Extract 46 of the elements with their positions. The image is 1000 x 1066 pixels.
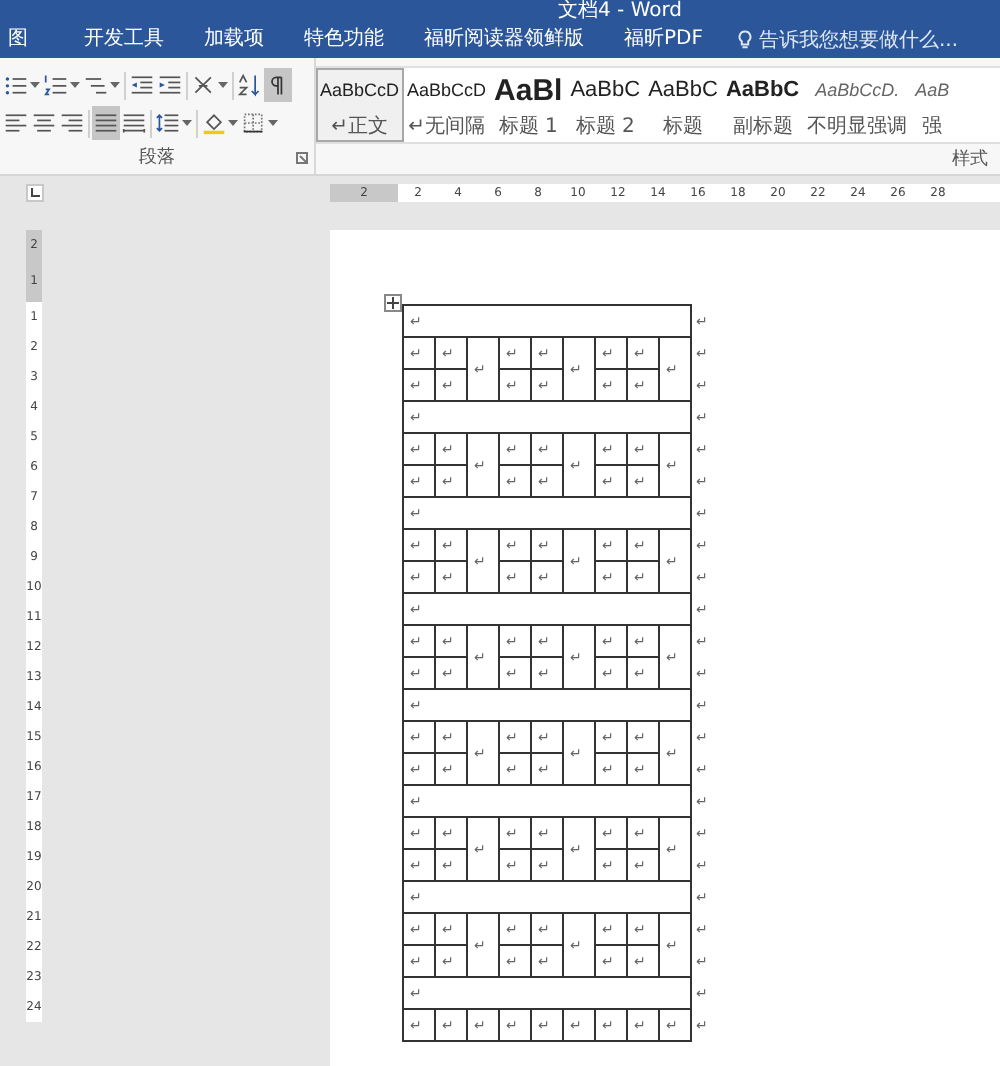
ribbon-tab[interactable]: 加载项 bbox=[184, 24, 284, 56]
text-crossed-letters-icon bbox=[192, 72, 216, 98]
tell-me-field[interactable]: 告诉我您想要做什么... bbox=[738, 29, 979, 51]
caret-icon bbox=[70, 82, 80, 88]
style-option[interactable]: AaBbC 副标题 bbox=[721, 68, 804, 142]
ribbon-tab[interactable]: 福昕PDF bbox=[604, 24, 723, 56]
style-option[interactable]: AaBbC 标题 bbox=[644, 68, 722, 142]
style-option[interactable]: AaB 强 bbox=[911, 68, 954, 142]
sort-button[interactable] bbox=[236, 68, 264, 102]
group-label: 段落 bbox=[139, 145, 175, 169]
caret-icon bbox=[218, 82, 228, 88]
justify-button[interactable] bbox=[92, 106, 120, 140]
ribbon-tab[interactable]: 福昕阅读器领鲜版 bbox=[404, 24, 604, 56]
tab-stop-selector[interactable] bbox=[26, 183, 44, 201]
borders-icon bbox=[242, 110, 266, 136]
caret-icon bbox=[110, 82, 120, 88]
increase-indent-icon bbox=[158, 72, 182, 98]
style-option[interactable]: AaBbCcD. 不明显强调 bbox=[803, 68, 912, 142]
ribbon-tab[interactable]: 开发工具 bbox=[64, 24, 184, 56]
align-right-icon bbox=[60, 110, 84, 136]
paragraph-mark-button[interactable] bbox=[264, 68, 292, 102]
style-option[interactable]: AaBbCcD ↵正文 bbox=[316, 68, 404, 142]
dialog-launcher-icon[interactable] bbox=[296, 152, 308, 164]
numbering-icon bbox=[44, 72, 68, 98]
justify-icon bbox=[94, 110, 118, 136]
align-left-icon bbox=[4, 110, 28, 136]
group-label: 样式 bbox=[952, 147, 988, 171]
distributed-icon bbox=[122, 110, 146, 136]
style-option[interactable]: AaBbCcD ↵无间隔 bbox=[403, 68, 491, 142]
bullets-icon bbox=[4, 72, 28, 98]
ribbon-tab[interactable]: 图 bbox=[0, 24, 64, 56]
align-center-icon bbox=[32, 110, 56, 136]
decrease-indent-icon bbox=[130, 72, 154, 98]
caret-icon bbox=[268, 120, 278, 126]
caret-icon bbox=[30, 82, 40, 88]
table-move-handle-icon[interactable] bbox=[384, 294, 402, 312]
lightbulb-icon bbox=[738, 30, 753, 50]
ribbon-tab[interactable]: 特色功能 bbox=[284, 24, 404, 56]
sort-icon bbox=[238, 72, 262, 98]
caret-icon bbox=[182, 120, 192, 126]
style-option[interactable]: AaBl 标题 1 bbox=[490, 68, 567, 142]
caret-icon bbox=[228, 120, 238, 126]
multilevel-list-icon bbox=[84, 72, 108, 98]
paint-bucket-icon bbox=[202, 110, 226, 136]
line-spacing-icon bbox=[156, 110, 180, 136]
style-option[interactable]: AaBbC 标题 2 bbox=[566, 68, 645, 142]
